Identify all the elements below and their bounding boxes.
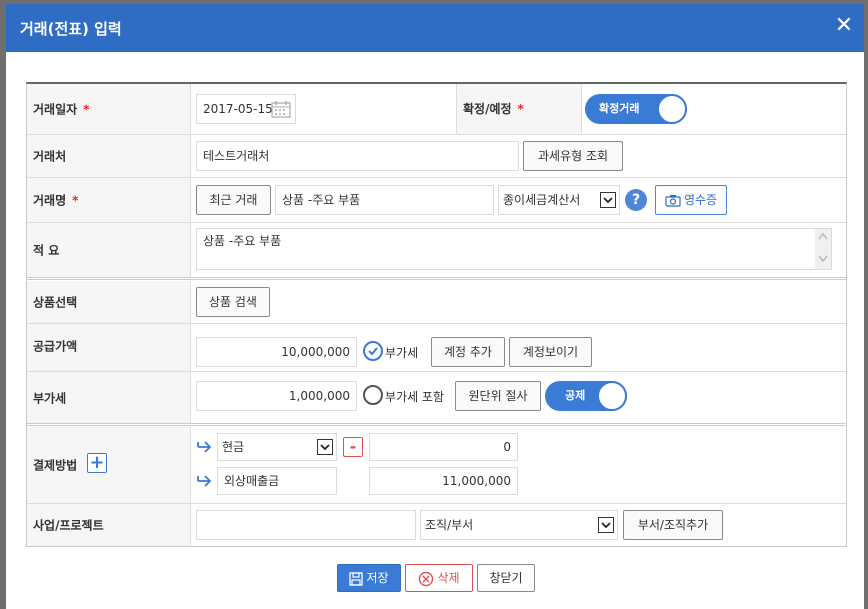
textarea-scrollbar[interactable]	[815, 229, 831, 269]
receipt-button[interactable]: 영수증	[655, 185, 727, 215]
delete-icon	[419, 571, 434, 586]
name-row: 거래명 * 최근 거래 상품 -주요 부품 종이세금계산서 ? 영수증	[27, 178, 846, 223]
chevron-down-icon	[317, 439, 333, 455]
required-mark: *	[72, 193, 79, 208]
scroll-down-icon[interactable]	[818, 255, 828, 263]
product-search-button[interactable]: 상품 검색	[196, 287, 270, 317]
round-down-button[interactable]: 원단위 절사	[455, 381, 541, 411]
payment-method-field-2[interactable]: 외상매출금	[217, 467, 337, 495]
payment-row: 결제방법 + 현금 - 0 외상매출금 11,000,000	[27, 427, 846, 504]
minus-icon: -	[349, 437, 357, 456]
date-label: 거래일자	[33, 102, 78, 117]
chevron-down-icon	[598, 517, 614, 533]
supply-row: 공급가액 10,000,000 부가세 계정 추가 계정보이기	[27, 324, 846, 372]
payment-amount-input-2[interactable]: 11,000,000	[369, 467, 518, 495]
close-window-button[interactable]: 창닫기	[477, 564, 535, 592]
supply-label: 공급가액	[33, 339, 78, 354]
receipt-label: 영수증	[683, 193, 718, 207]
confirm-toggle[interactable]: 확정거래	[585, 94, 687, 124]
save-button[interactable]: 저장	[337, 564, 401, 592]
product-row: 상품선택 상품 검색	[27, 281, 846, 324]
date-field[interactable]: 2017-05-15	[196, 94, 296, 124]
save-icon	[349, 571, 364, 586]
deduction-toggle-label: 공제	[565, 389, 586, 402]
vat-checkbox-label: 부가세	[385, 346, 419, 360]
dialog-titlebar: 거래(전표) 입력 ✕	[6, 4, 864, 52]
org-select[interactable]: 조직/부서	[420, 510, 618, 540]
payment-label: 결제방법	[33, 458, 78, 473]
vat-included-radio[interactable]	[363, 385, 383, 405]
document-type-value: 종이세금계산서	[503, 193, 581, 207]
required-mark: *	[83, 102, 90, 117]
vat-row: 부가세 1,000,000 부가세 포함 원단위 절사 공제	[27, 372, 846, 426]
transaction-name-input[interactable]: 상품 -주요 부품	[275, 185, 494, 215]
arrow-right-icon	[197, 475, 212, 487]
supply-amount-input[interactable]: 10,000,000	[196, 337, 357, 367]
save-label: 저장	[366, 571, 389, 585]
delete-label: 삭제	[437, 571, 460, 585]
help-icon[interactable]: ?	[625, 189, 647, 211]
required-mark: *	[517, 102, 524, 116]
summary-row: 적 요 상품 -주요 부품	[27, 223, 846, 280]
client-input[interactable]: 테스트거래처	[196, 141, 519, 171]
tax-type-button[interactable]: 과세유형 조회	[523, 141, 623, 171]
vat-included-label: 부가세 포함	[385, 390, 445, 404]
dialog-title: 거래(전표) 입력	[20, 20, 122, 38]
close-icon[interactable]: ✕	[832, 14, 856, 38]
product-label: 상품선택	[33, 295, 78, 310]
delete-button[interactable]: 삭제	[405, 564, 473, 592]
client-row: 거래처 테스트거래처 과세유형 조회	[27, 135, 846, 178]
date-row: 거래일자 * 2017-05-15 확정/예정 * 확정거래	[27, 84, 846, 135]
confirm-label: 확정/예정	[463, 102, 512, 116]
chevron-down-icon	[600, 192, 616, 208]
camera-icon	[665, 195, 681, 207]
project-row: 사업/프로젝트 조직/부서 부서/조직추가	[27, 504, 846, 546]
remove-payment-button[interactable]: -	[343, 437, 363, 457]
vat-checkbox[interactable]	[363, 341, 383, 361]
confirm-toggle-label: 확정거래	[599, 102, 640, 115]
check-icon	[368, 347, 378, 356]
deduction-toggle[interactable]: 공제	[545, 381, 627, 411]
payment-method-value: 현금	[222, 440, 245, 454]
client-label: 거래처	[33, 149, 67, 164]
add-org-button[interactable]: 부서/조직추가	[623, 510, 723, 540]
summary-value: 상품 -주요 부품	[203, 234, 282, 248]
transaction-form: 거래일자 * 2017-05-15 확정/예정 * 확정거래 거래처 테스트거래처 …	[26, 82, 847, 547]
toggle-knob	[597, 381, 627, 411]
document-type-select[interactable]: 종이세금계산서	[498, 185, 620, 215]
name-label: 거래명	[33, 193, 67, 208]
plus-icon: +	[89, 452, 105, 473]
date-value: 2017-05-15	[203, 102, 273, 116]
arrow-right-icon	[197, 441, 212, 453]
scroll-up-icon[interactable]	[818, 232, 828, 240]
vat-label: 부가세	[33, 391, 67, 405]
payment-method-select-1[interactable]: 현금	[217, 433, 337, 461]
summary-textarea[interactable]: 상품 -주요 부품	[196, 228, 832, 270]
add-account-button[interactable]: 계정 추가	[431, 337, 505, 367]
project-input[interactable]	[196, 510, 416, 540]
project-label: 사업/프로젝트	[33, 518, 104, 533]
summary-label: 적 요	[33, 243, 60, 258]
vat-amount-input[interactable]: 1,000,000	[196, 381, 357, 411]
toggle-knob	[657, 94, 687, 124]
recent-transaction-button[interactable]: 최근 거래	[196, 185, 271, 215]
add-payment-button[interactable]: +	[87, 453, 107, 473]
transaction-dialog: 거래(전표) 입력 ✕ 거래일자 * 2017-05-15 확정/예정 * 확정거래…	[6, 4, 864, 609]
show-account-button[interactable]: 계정보이기	[509, 337, 592, 367]
payment-amount-input-1[interactable]: 0	[369, 433, 518, 461]
calendar-icon[interactable]	[271, 100, 291, 118]
org-select-value: 조직/부서	[425, 518, 474, 532]
